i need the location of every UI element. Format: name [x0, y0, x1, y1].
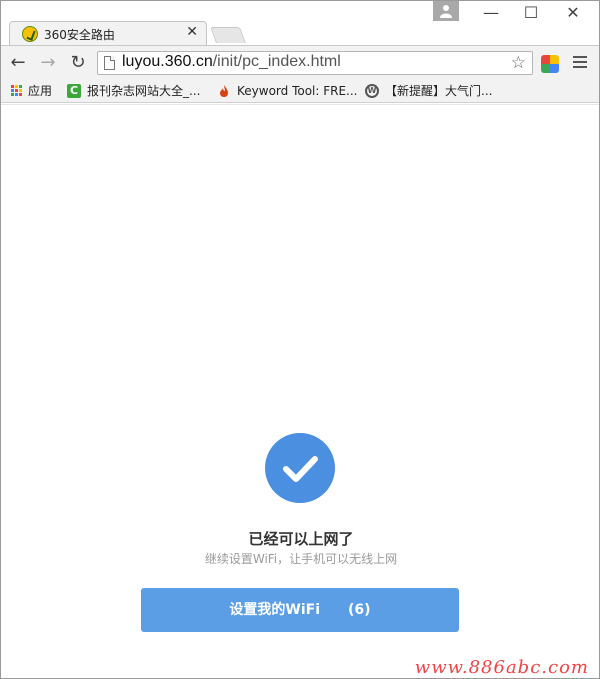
url-text[interactable]: luyou.360.cn/init/pc_index.html	[122, 53, 341, 71]
apps-grid-icon	[11, 85, 22, 96]
page-icon	[104, 56, 115, 70]
flame-icon	[217, 84, 231, 98]
wordpress-icon: W	[365, 83, 379, 98]
browser-tab[interactable]: 360安全路由 ✕	[9, 21, 207, 45]
bookmark-keyword-tool[interactable]: Keyword Tool: FRE...	[217, 82, 358, 100]
bookmark-label: 应用	[28, 84, 53, 98]
extension-icon[interactable]	[541, 55, 559, 73]
status-subtitle: 继续设置WiFi，让手机可以无线上网	[204, 552, 398, 566]
setup-wifi-button[interactable]: 设置我的WiFi (6)	[141, 588, 459, 632]
bookmark-label: Keyword Tool: FRE...	[237, 84, 358, 98]
success-check-icon	[265, 433, 335, 503]
browser-toolbar: ← → ↻ luyou.360.cn/init/pc_index.html ☆	[1, 45, 599, 79]
page-content: 已经可以上网了 继续设置WiFi，让手机可以无线上网 设置我的WiFi (6) w…	[1, 104, 599, 678]
url-host: luyou.360.cn	[122, 53, 213, 70]
profile-button[interactable]	[433, 1, 459, 21]
person-icon	[440, 5, 452, 18]
tab-close-icon[interactable]: ✕	[186, 24, 198, 40]
c-icon: C	[67, 83, 81, 98]
forward-button[interactable]: →	[37, 52, 59, 74]
tab-title: 360安全路由	[44, 28, 115, 42]
bookmark-apps[interactable]: 应用	[11, 82, 52, 100]
menu-icon[interactable]	[569, 53, 591, 73]
back-button[interactable]: ←	[7, 52, 29, 74]
browser-window: 360安全路由 ✕ — ☐ ✕ ← → ↻ luyou.360.cn/init/…	[0, 0, 600, 679]
bookmark-label: 【新提醒】大气门...	[385, 84, 493, 98]
maximize-button[interactable]: ☐	[511, 3, 551, 23]
bookmark-reminder[interactable]: W 【新提醒】大气门...	[365, 82, 492, 100]
minimize-button[interactable]: —	[471, 3, 511, 23]
title-bar: 360安全路由 ✕ — ☐ ✕	[1, 1, 599, 45]
bookmark-star-icon[interactable]: ☆	[511, 53, 526, 73]
bookmarks-bar: 应用 C 报刊杂志网站大全_... Keyword Tool: FRE... W 【…	[1, 79, 599, 103]
new-tab-button[interactable]	[210, 27, 246, 43]
bookmark-magazines[interactable]: C 报刊杂志网站大全_...	[67, 82, 200, 100]
close-window-button[interactable]: ✕	[553, 3, 593, 23]
url-path: /init/pc_index.html	[212, 53, 341, 70]
address-bar[interactable]: luyou.360.cn/init/pc_index.html ☆	[97, 51, 533, 75]
countdown-badge: (6)	[348, 602, 371, 618]
reload-button[interactable]: ↻	[67, 52, 89, 74]
status-title: 已经可以上网了	[248, 530, 354, 548]
setup-wifi-label: 设置我的WiFi	[229, 602, 321, 618]
360-favicon-icon	[22, 26, 38, 42]
watermark: www.886abc.com	[414, 657, 589, 678]
bookmark-label: 报刊杂志网站大全_...	[87, 84, 201, 98]
